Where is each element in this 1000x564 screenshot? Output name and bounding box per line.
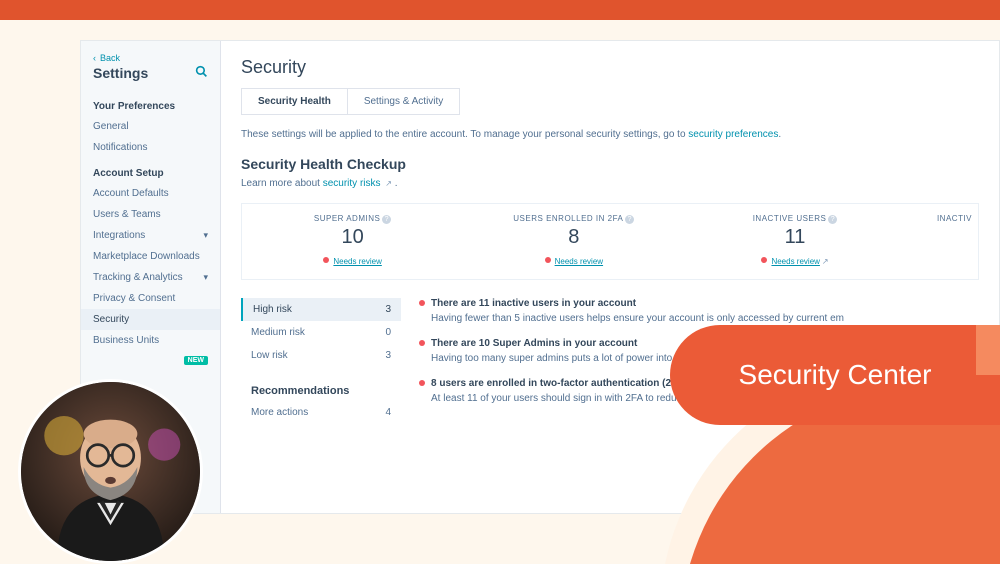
sidebar-item-privacy[interactable]: Privacy & Consent	[81, 288, 220, 309]
presenter-video-bubble	[18, 379, 203, 564]
chevron-down-icon: ▾	[203, 230, 208, 241]
stat-value: 10	[242, 226, 463, 249]
app-window: ‹ Back Settings Your Preferences General…	[80, 40, 1000, 514]
status-dot-icon	[323, 257, 329, 263]
sidebar-item-account-defaults[interactable]: Account Defaults	[81, 183, 220, 204]
new-badge: NEW	[184, 356, 208, 365]
status-dot-icon	[419, 340, 425, 346]
needs-review-link[interactable]: Needs review	[333, 257, 381, 266]
stat-users-2fa: USERS ENROLLED IN 2FA? 8 Needs review	[463, 214, 684, 269]
sidebar-item-general[interactable]: General	[81, 116, 220, 137]
issue-inactive-users: There are 11 inactive users in your acco…	[419, 298, 979, 324]
status-dot-icon	[419, 380, 425, 386]
more-actions[interactable]: More actions 4	[241, 401, 401, 424]
stat-inactive-users: INACTIVE USERS? 11 Needs review↗	[684, 214, 905, 269]
chevron-down-icon: ▾	[203, 272, 208, 283]
external-link-icon: ↗	[822, 257, 829, 266]
sidebar-section-preferences: Your Preferences	[81, 91, 220, 116]
back-link[interactable]: ‹ Back	[81, 49, 220, 65]
stat-value: 8	[463, 226, 684, 249]
status-dot-icon	[419, 300, 425, 306]
risk-high[interactable]: High risk 3	[241, 298, 401, 321]
tab-security-health[interactable]: Security Health	[242, 89, 348, 114]
search-icon[interactable]	[195, 65, 208, 81]
sidebar-item-notifications[interactable]: Notifications	[81, 137, 220, 158]
checkup-heading: Security Health Checkup	[241, 156, 979, 172]
info-icon[interactable]: ?	[625, 215, 634, 224]
slide-title-accent	[976, 325, 1000, 375]
status-dot-icon	[545, 257, 551, 263]
slide-top-stripe	[0, 0, 1000, 20]
risk-low[interactable]: Low risk 3	[241, 344, 401, 367]
sidebar-item-tracking[interactable]: Tracking & Analytics ▾	[81, 267, 220, 288]
status-dot-icon	[761, 257, 767, 263]
slide-title-pill: Security Center	[670, 325, 1000, 425]
sidebar-item-new[interactable]: NEW	[81, 351, 220, 370]
info-icon[interactable]: ?	[828, 215, 837, 224]
stat-overflow: INACTIV	[906, 214, 978, 269]
stat-value: 11	[684, 226, 905, 249]
risk-filter: High risk 3 Medium risk 0 Low risk 3 Rec…	[241, 298, 401, 424]
sidebar-item-marketplace[interactable]: Marketplace Downloads	[81, 246, 220, 267]
sidebar-item-security[interactable]: Security	[81, 309, 220, 330]
recommendations-heading: Recommendations	[241, 381, 401, 401]
needs-review-link[interactable]: Needs review	[771, 257, 819, 266]
sidebar-item-integrations[interactable]: Integrations ▾	[81, 225, 220, 246]
learn-more-text: Learn more about security risks ↗ .	[241, 178, 979, 189]
sidebar-section-account-setup: Account Setup	[81, 158, 220, 183]
chevron-left-icon: ‹	[93, 53, 96, 63]
main-content: Security Security Health Settings & Acti…	[221, 41, 999, 513]
tab-settings-activity[interactable]: Settings & Activity	[348, 89, 459, 114]
stats-bar: SUPER ADMINS? 10 Needs review USERS ENRO…	[241, 203, 979, 280]
page-title: Security	[241, 57, 979, 78]
external-link-icon: ↗	[385, 179, 392, 188]
sidebar-item-business-units[interactable]: Business Units	[81, 330, 220, 351]
info-icon[interactable]: ?	[382, 215, 391, 224]
intro-text: These settings will be applied to the en…	[241, 129, 979, 140]
sidebar-item-users-teams[interactable]: Users & Teams	[81, 204, 220, 225]
risk-medium[interactable]: Medium risk 0	[241, 321, 401, 344]
security-risks-link[interactable]: security risks ↗	[323, 178, 392, 189]
back-label: Back	[100, 53, 120, 63]
sidebar-heading: Settings	[93, 65, 148, 81]
security-preferences-link[interactable]: security preferences	[688, 129, 778, 140]
needs-review-link[interactable]: Needs review	[555, 257, 603, 266]
stat-super-admins: SUPER ADMINS? 10 Needs review	[242, 214, 463, 269]
tab-bar: Security Health Settings & Activity	[241, 88, 460, 115]
